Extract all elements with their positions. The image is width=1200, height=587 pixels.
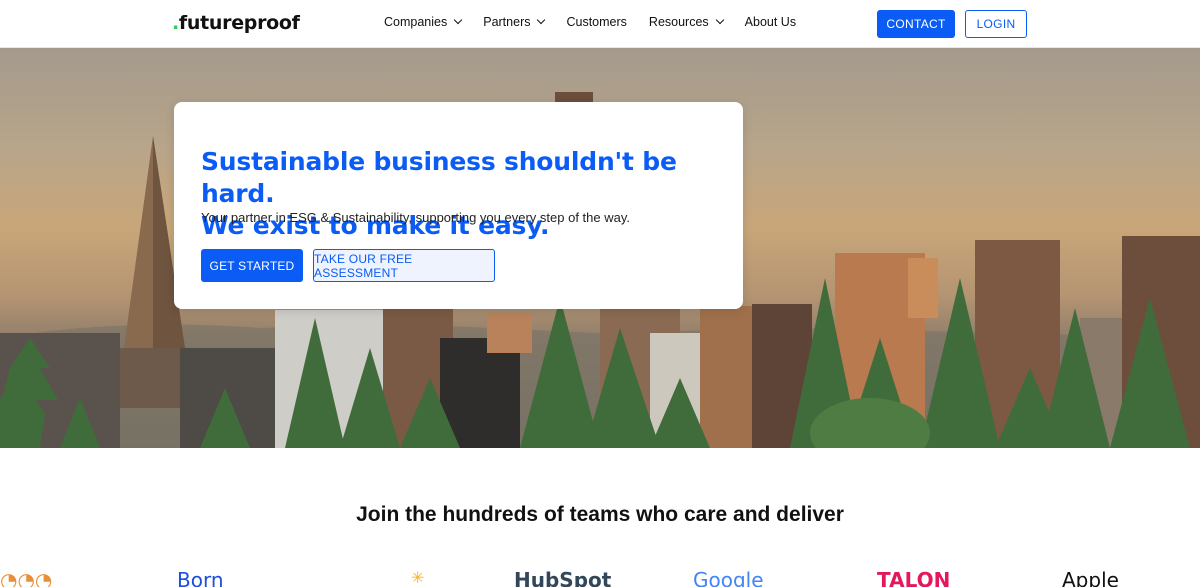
- hero-banner: Sustainable business shouldn't be hard. …: [0, 48, 1200, 448]
- chevron-down-icon: [453, 15, 463, 25]
- headline-line-1: Sustainable business shouldn't be hard.: [201, 147, 677, 208]
- customer-logo-strip: ◔◔◔ Born ✳ HubSpot Google TALON Apple: [0, 566, 1200, 587]
- menu-label: Partners: [483, 15, 531, 29]
- hubspot-logo: HubSpot: [514, 568, 612, 587]
- hero-headline: Sustainable business shouldn't be hard. …: [201, 146, 731, 242]
- apple-logo: Apple: [1062, 568, 1119, 587]
- get-started-button[interactable]: GET STARTED: [201, 249, 303, 282]
- main-menu: Companies Partners Customers Resources A…: [384, 15, 818, 29]
- login-button[interactable]: LOGIN: [965, 10, 1027, 38]
- menu-label: Customers: [566, 15, 627, 29]
- apple-logo-text: Apple: [1062, 568, 1119, 587]
- walmart-spark-icon: ✳: [411, 568, 425, 587]
- contact-button[interactable]: CONTACT: [877, 10, 955, 38]
- menu-item-about-us[interactable]: About Us: [745, 15, 796, 29]
- customers-heading: Join the hundreds of teams who care and …: [356, 503, 844, 526]
- futureproof-logo[interactable]: .futureproof: [172, 12, 300, 34]
- talon-logo: TALON: [877, 568, 951, 587]
- menu-item-resources[interactable]: Resources: [648, 15, 724, 29]
- chevron-down-icon: [715, 15, 724, 25]
- logo-text: futureproof: [178, 12, 300, 34]
- top-navigation: .futureproof Companies Partners Customer…: [0, 0, 1200, 48]
- partial-logo-left: ◔◔◔: [0, 568, 53, 587]
- hero-card: Sustainable business shouldn't be hard. …: [174, 102, 743, 309]
- menu-item-partners[interactable]: Partners: [483, 15, 546, 29]
- menu-label: About Us: [744, 15, 797, 29]
- menu-label: Resources: [648, 15, 709, 29]
- menu-item-customers[interactable]: Customers: [566, 15, 626, 29]
- free-assessment-button[interactable]: TAKE OUR FREE ASSESSMENT: [313, 249, 495, 282]
- born-logo: Born: [177, 568, 224, 587]
- hero-subtext: Your partner in ESG & Sustainability, su…: [201, 210, 630, 225]
- logo-dot: .: [172, 12, 179, 34]
- menu-label: Companies: [384, 15, 448, 29]
- menu-item-companies[interactable]: Companies: [384, 15, 463, 29]
- chevron-down-icon: [537, 15, 546, 25]
- google-logo: Google: [693, 568, 764, 587]
